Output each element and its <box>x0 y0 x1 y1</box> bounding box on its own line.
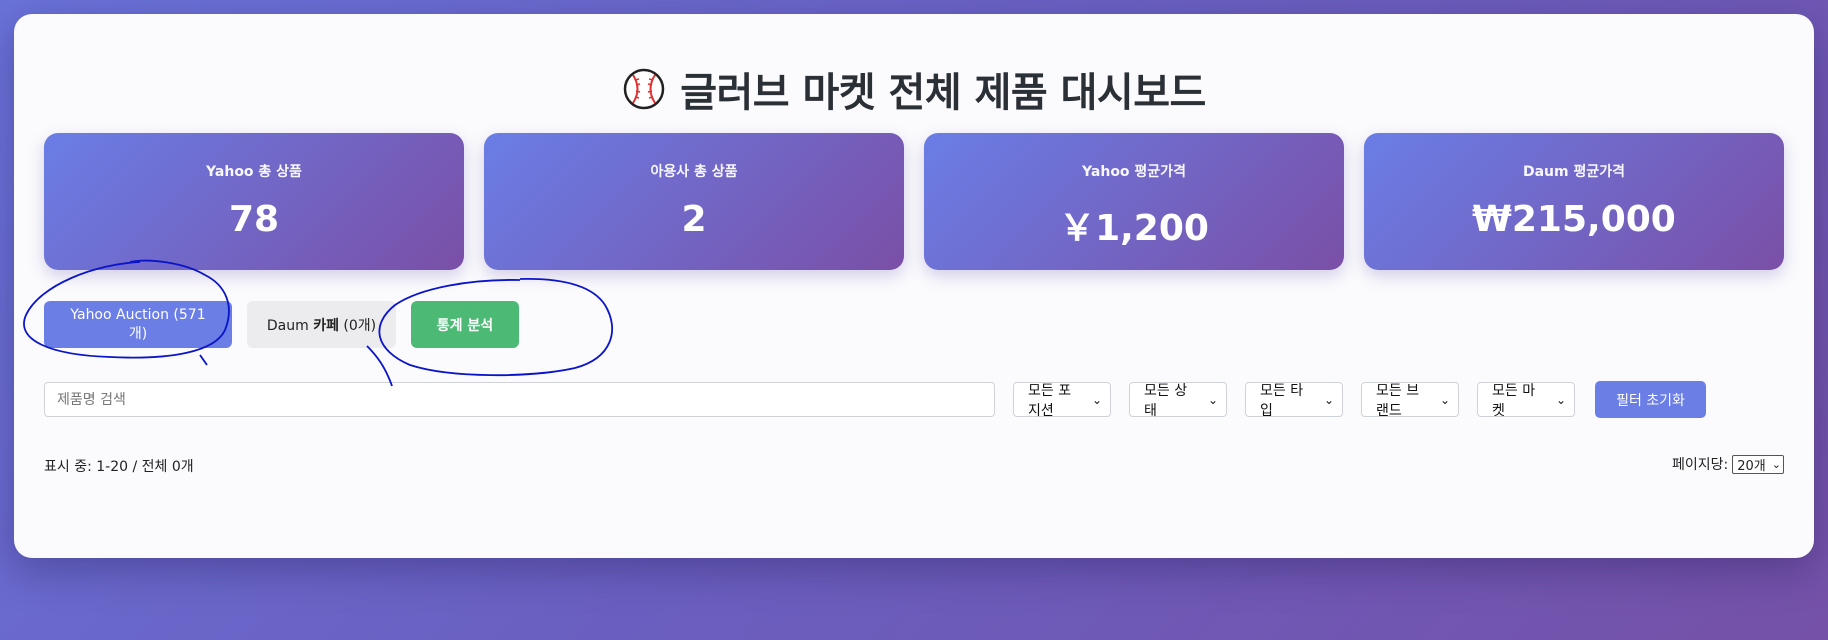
tab-yahoo-auction[interactable]: Yahoo Auction (571개) <box>44 301 232 348</box>
stat-card-ayongsa-total: 아용사 총 상품 2 <box>484 133 904 270</box>
tab-daum-prefix: Daum <box>266 317 314 334</box>
type-select-value: 모든 타입 <box>1260 382 1304 419</box>
position-select-value: 모든 포지션 <box>1028 382 1072 419</box>
stats-analysis-button[interactable]: 통계 분석 <box>411 301 519 348</box>
status-select[interactable]: 모든 상태 ⌄ <box>1129 382 1227 419</box>
tab-daum-bold: 카페 <box>313 317 339 334</box>
chevron-down-icon: ⌄ <box>1207 392 1218 407</box>
reset-filters-button[interactable]: 필터 초기화 <box>1595 381 1706 418</box>
stat-label: Daum 평균가격 <box>1522 164 1626 180</box>
stat-value: ₩215,000 <box>1472 199 1676 240</box>
filter-bar: 모든 포지션 ⌄ 모든 상태 ⌄ 모든 타입 ⌄ 모든 브랜드 ⌄ 모든 마켓 ⌄ 필터 … <box>44 381 1706 419</box>
status-select-value: 모든 상태 <box>1144 382 1188 419</box>
chevron-down-icon: ⌄ <box>1323 392 1334 407</box>
per-page-select[interactable]: 20개 ⌄ <box>1732 454 1784 474</box>
stat-card-yahoo-avg-price: Yahoo 평균가격 ￥1,200 <box>924 133 1344 270</box>
stat-card-daum-avg-price: Daum 평균가격 ₩215,000 <box>1364 133 1784 270</box>
stat-label: Yahoo 평균가격 <box>1082 164 1186 180</box>
chevron-down-icon: ⌄ <box>1439 392 1450 407</box>
stat-label: Yahoo 총 상품 <box>206 164 302 180</box>
dashboard-panel: 글러브 마켓 전체 제품 대시보드 Yahoo 총 상품 78 아용사 총 상품… <box>14 14 1814 558</box>
chevron-down-icon: ⌄ <box>1555 392 1566 407</box>
chevron-down-icon: ⌄ <box>1091 392 1102 407</box>
stat-value: ￥1,200 <box>1059 208 1209 249</box>
chevron-down-icon: ⌄ <box>1771 457 1781 471</box>
stat-card-yahoo-total: Yahoo 총 상품 78 <box>44 133 464 270</box>
result-status: 표시 중: 1-20 / 전체 0개 <box>44 459 194 475</box>
search-input[interactable] <box>44 382 995 417</box>
stat-cards: Yahoo 총 상품 78 아용사 총 상품 2 Yahoo 평균가격 ￥1,2… <box>44 133 1784 270</box>
per-page-label: 페이지당: <box>1672 457 1729 473</box>
position-select[interactable]: 모든 포지션 ⌄ <box>1013 382 1111 419</box>
page-title-text: 글러브 마켓 전체 제품 대시보드 <box>680 70 1206 116</box>
tab-daum-cafe[interactable]: Daum 카페 (0개) <box>247 301 396 348</box>
per-page-value: 20개 <box>1737 458 1766 474</box>
tab-daum-suffix: (0개) <box>338 317 377 334</box>
stat-value: 2 <box>681 199 707 240</box>
page-title: 글러브 마켓 전체 제품 대시보드 <box>14 60 1814 118</box>
brand-select[interactable]: 모든 브랜드 ⌄ <box>1361 382 1459 419</box>
baseball-icon <box>623 68 665 110</box>
brand-select-value: 모든 브랜드 <box>1376 382 1420 419</box>
stat-label: 아용사 총 상품 <box>650 164 738 180</box>
source-tabs: Yahoo Auction (571개) Daum 카페 (0개) 통계 분석 <box>44 301 519 348</box>
per-page-control: 페이지당: 20개 ⌄ <box>1672 454 1784 474</box>
stat-value: 78 <box>228 199 280 240</box>
type-select[interactable]: 모든 타입 ⌄ <box>1245 382 1343 419</box>
market-select[interactable]: 모든 마켓 ⌄ <box>1477 382 1575 419</box>
market-select-value: 모든 마켓 <box>1492 382 1536 419</box>
